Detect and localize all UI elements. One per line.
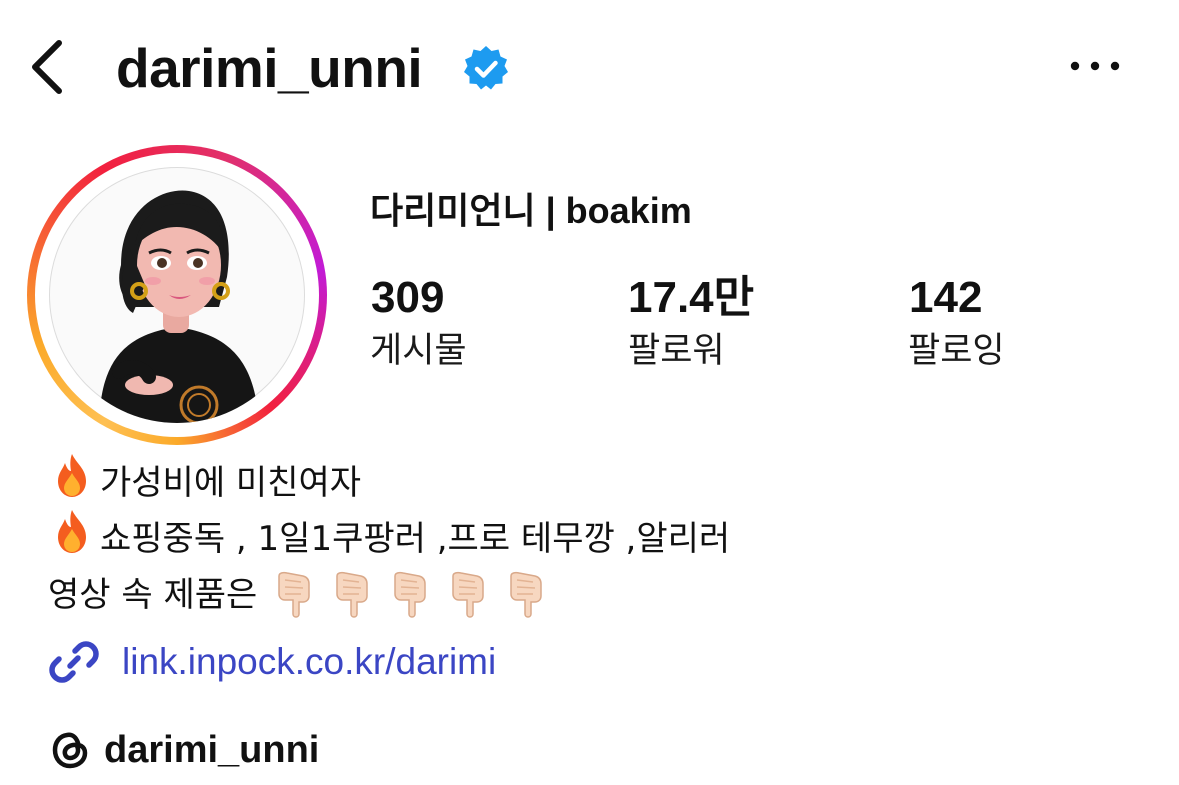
- profile-display-name: 다리미언니 | boakim: [370, 190, 692, 231]
- stat-posts-label: 게시물: [370, 331, 467, 371]
- link-icon: [49, 641, 99, 683]
- pointing-emoji-row: [271, 570, 561, 620]
- threads-icon: [52, 732, 88, 769]
- verified-badge-icon: [464, 46, 508, 90]
- pointing-down-icon: [394, 571, 427, 618]
- back-button[interactable]: [22, 36, 72, 98]
- stat-posts-count: 309: [371, 273, 445, 322]
- threads-badge[interactable]: darimi_unni: [48, 722, 319, 778]
- stat-following-count: 142: [909, 273, 983, 322]
- chevron-left-icon: [32, 40, 62, 94]
- bio-line-1: 가성비에 미친여자: [48, 454, 362, 510]
- pointing-down-icon: [452, 571, 485, 618]
- more-options-button[interactable]: [1064, 48, 1126, 84]
- stat-followers-label: 팔로워: [628, 331, 725, 371]
- stat-followers-count: 17.4만: [628, 273, 755, 322]
- stat-following-label: 팔로잉: [908, 331, 1005, 371]
- bio-link[interactable]: link.inpock.co.kr/darimi: [48, 634, 496, 690]
- avatar-illustration: [99, 190, 259, 423]
- bio-line-3: 영상 속 제품은: [48, 568, 561, 622]
- profile-username: darimi_unni: [116, 37, 423, 99]
- pointing-down-icon: [278, 571, 311, 618]
- profile-avatar-story-ring[interactable]: [27, 145, 327, 445]
- pointing-down-icon: [336, 571, 369, 618]
- fire-icon: [48, 507, 96, 571]
- bio-line-2: 쇼핑중독 , 1일1쿠팡러 ,프로 테무깡 ,알리러: [48, 510, 731, 566]
- bio-text-1: 가성비에 미친여자: [100, 463, 362, 503]
- bio-text-3: 영상 속 제품은: [48, 575, 258, 615]
- avatar: [49, 167, 305, 423]
- bio-text-2: 쇼핑중독 , 1일1쿠팡러 ,프로 테무깡 ,알리러: [100, 519, 731, 559]
- more-horizontal-icon: [1070, 61, 1120, 71]
- fire-icon: [48, 451, 96, 515]
- bio-link-text[interactable]: link.inpock.co.kr/darimi: [122, 634, 496, 690]
- threads-handle: darimi_unni: [104, 729, 320, 771]
- avatar-ring-gap: [35, 153, 319, 437]
- pointing-down-icon: [510, 571, 543, 618]
